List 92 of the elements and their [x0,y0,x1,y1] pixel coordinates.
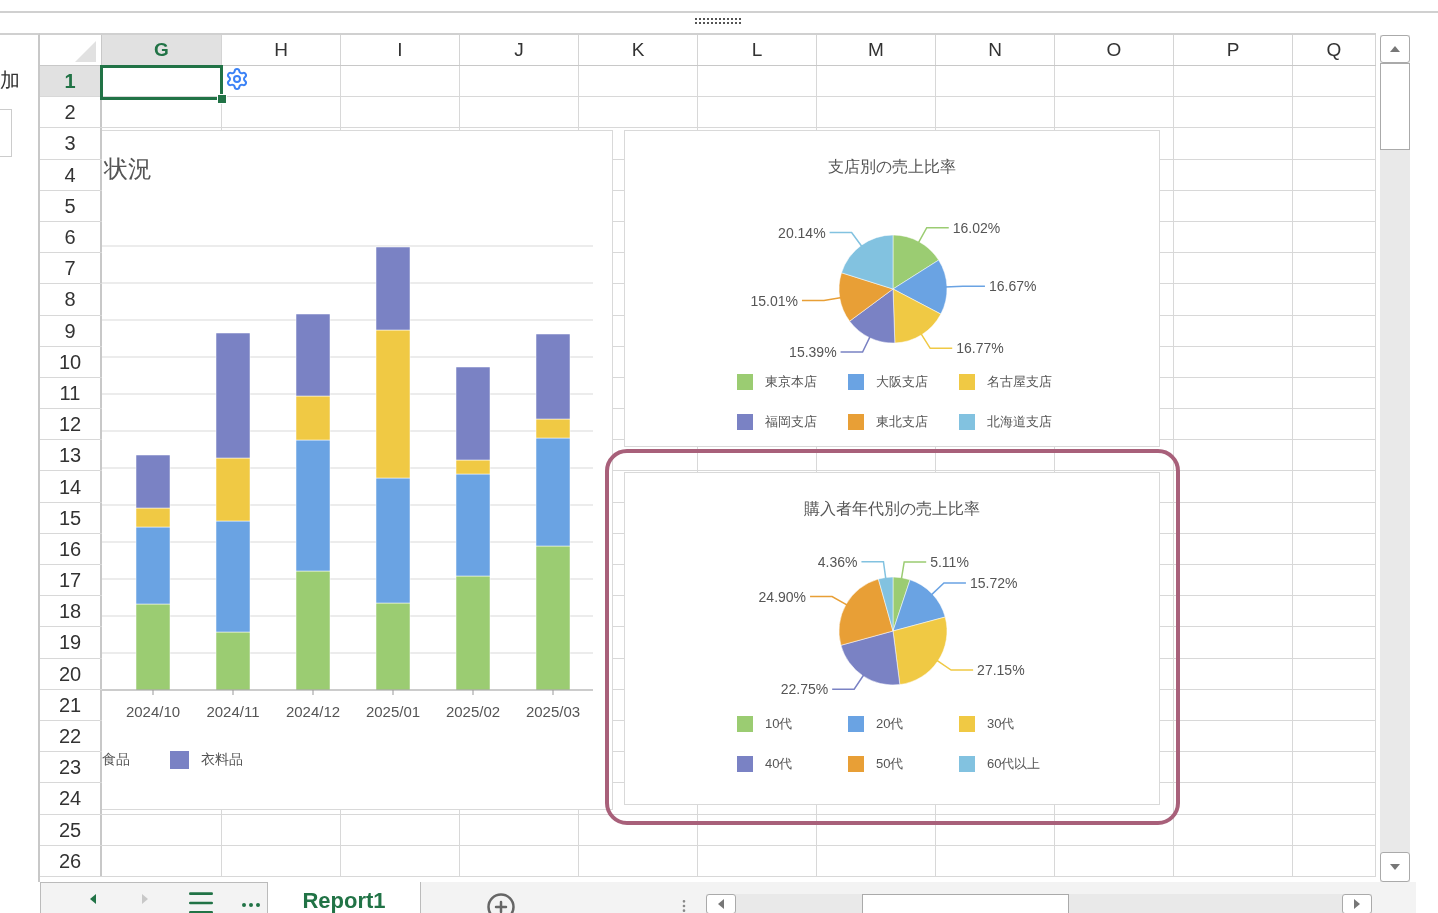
legend-label: 福岡支店 [765,413,817,432]
legend-swatch [737,716,753,732]
chart-title: 状況 [104,157,152,181]
data-label: 5.11% [930,553,969,570]
horizontal-scrollbar[interactable] [706,894,1372,913]
legend-label: 東北支店 [876,413,928,432]
pie-slice [838,272,894,322]
legend-swatch [848,756,864,772]
leader-line [930,582,967,597]
leader-line [900,561,927,581]
leader-line [828,231,863,248]
row-header[interactable]: 2 [40,97,102,128]
data-label: 22.75% [780,681,829,698]
selected-cell[interactable] [100,65,223,100]
legend-label: 衣料品 [201,750,243,769]
pie-slice [892,234,939,290]
chart-title: 支店別の売上比率 [827,157,957,177]
legend-swatch [737,374,753,390]
settings-icon[interactable] [225,67,249,91]
data-label: 15.39% [789,344,837,361]
axis-label: 2024/10 [124,702,182,722]
fill-handle[interactable] [217,94,227,104]
legend-swatch [959,756,975,772]
column-header[interactable]: K [579,35,698,65]
pane-label: 加 [0,68,20,93]
column-header[interactable]: M [817,35,936,65]
axis-label: 2024/11 [205,702,261,722]
legend-label: 60代以上 [987,755,1041,774]
add-sheet-icon[interactable] [486,892,516,913]
column-header[interactable]: P [1174,35,1293,65]
legend-label: 40代 [765,755,793,774]
legend-label: 北海道支店 [987,413,1052,432]
axis-label: 2024/12 [284,702,342,722]
leader-line [919,332,953,350]
leader-line [839,335,872,353]
column-header[interactable]: L [698,35,817,65]
column-header[interactable]: J [460,35,579,65]
legend-swatch [959,414,975,430]
row-header[interactable]: 25 [40,814,102,845]
legend-swatch [848,716,864,732]
column-header[interactable]: Q [1293,35,1376,65]
leader-line [917,226,950,245]
column-header[interactable]: I [341,35,460,65]
legend-label: 10代 [765,715,793,734]
leader-line [809,595,849,607]
legend-swatch [848,374,864,390]
legend-swatch [737,414,753,430]
data-label: 16.67% [988,278,1037,295]
leader-line [944,285,986,288]
pie-slice [892,259,948,315]
data-label: 16.02% [952,219,1001,236]
data-label: 16.77% [956,340,1004,357]
legend-swatch [959,716,975,732]
drag-handle-icon[interactable] [695,18,743,24]
column-header[interactable]: G [102,35,222,65]
axis-label: 2025/01 [364,702,422,722]
data-label: 15.72% [969,575,1018,591]
legend-swatch [848,414,864,430]
row-header[interactable]: 26 [40,845,102,876]
legend-label: 50代 [876,755,904,774]
column-header[interactable]: H [222,35,341,65]
chart-title: 購入者年代別の売上比率 [803,499,981,519]
pie-slice [841,234,894,290]
legend-swatch [737,756,753,772]
legend-label: 東京本店 [765,373,817,392]
axis-label: 2025/02 [444,702,502,722]
column-header[interactable]: N [936,35,1055,65]
leader-line [831,673,865,690]
legend-label: 20代 [876,715,904,734]
column-header[interactable]: O [1055,35,1174,65]
leader-line [935,659,974,671]
input-field[interactable] [0,109,12,157]
data-label: 20.14% [778,224,826,241]
data-label: 27.15% [977,662,1025,678]
sheet-tab[interactable]: Report1 [268,882,420,913]
pie-slice [849,288,896,344]
scroll-thumb[interactable] [1380,63,1410,150]
legend-label: 大阪支店 [876,373,928,392]
legend-swatch [959,374,975,390]
axis-label: 2025/03 [524,702,582,722]
data-label: 4.36% [817,553,858,570]
row-header[interactable]: 1 [40,66,102,97]
leader-line [860,560,887,581]
scroll-thumb[interactable] [862,894,1069,913]
legend-label: 食品 [102,750,130,769]
legend-label: 30代 [987,715,1015,734]
legend-label: 名古屋支店 [987,373,1052,392]
vertical-scrollbar[interactable] [1380,35,1410,882]
leader-line [801,296,843,302]
data-label: 24.90% [758,588,807,605]
pie-slice [892,288,942,344]
data-label: 15.01% [750,292,798,309]
